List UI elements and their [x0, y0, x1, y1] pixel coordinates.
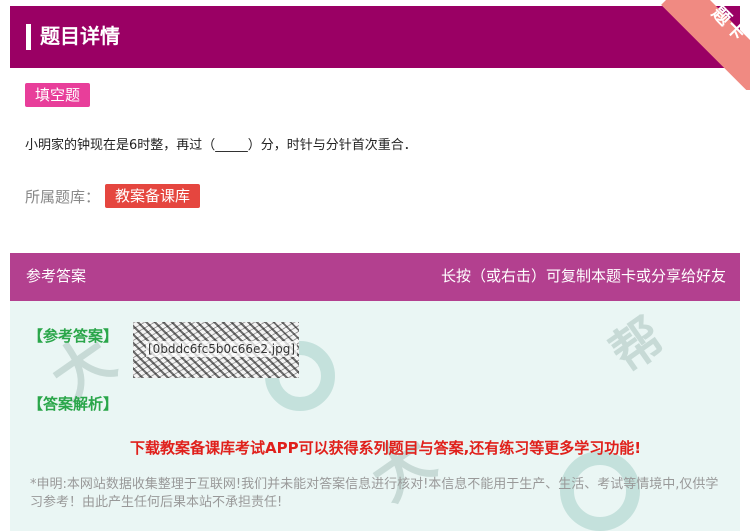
question-type-badge: 填空题: [25, 83, 91, 107]
watermark-glyph: 帮: [600, 307, 675, 384]
app-download-promo[interactable]: 下载教案备课库考试APP可以获得系列题目与答案,还有练习等更多学习功能!: [130, 438, 641, 458]
bank-name-badge[interactable]: 教案备课库: [105, 184, 201, 208]
header-accent-bar: [26, 24, 31, 50]
share-hint: 长按（或右击）可复制本题卡或分享给好友: [440, 267, 726, 285]
page-header: 题目详情: [10, 6, 740, 68]
question-text: 小明家的钟现在是6时整，再过（_____）分，时针与分针首次重合．: [25, 138, 417, 153]
answer-bar-title: 参考答案: [26, 267, 87, 285]
answer-label: 【参考答案】: [28, 327, 119, 345]
corner-ribbon: 题卡: [640, 0, 750, 90]
page-title: 题目详情: [40, 24, 120, 48]
bank-label: 所属题库：: [25, 188, 101, 206]
disclaimer-text: *申明:本网站数据收集整理于互联网!我们并未能对答案信息进行核对!本信息不能用于…: [30, 477, 719, 510]
answer-image-filename: [0bddc6fc5b0c66e2.jpg]: [146, 341, 298, 357]
answer-header-bar: 参考答案 长按（或右击）可复制本题卡或分享给好友: [10, 253, 740, 301]
analysis-label: 【答案解析】: [28, 395, 119, 413]
